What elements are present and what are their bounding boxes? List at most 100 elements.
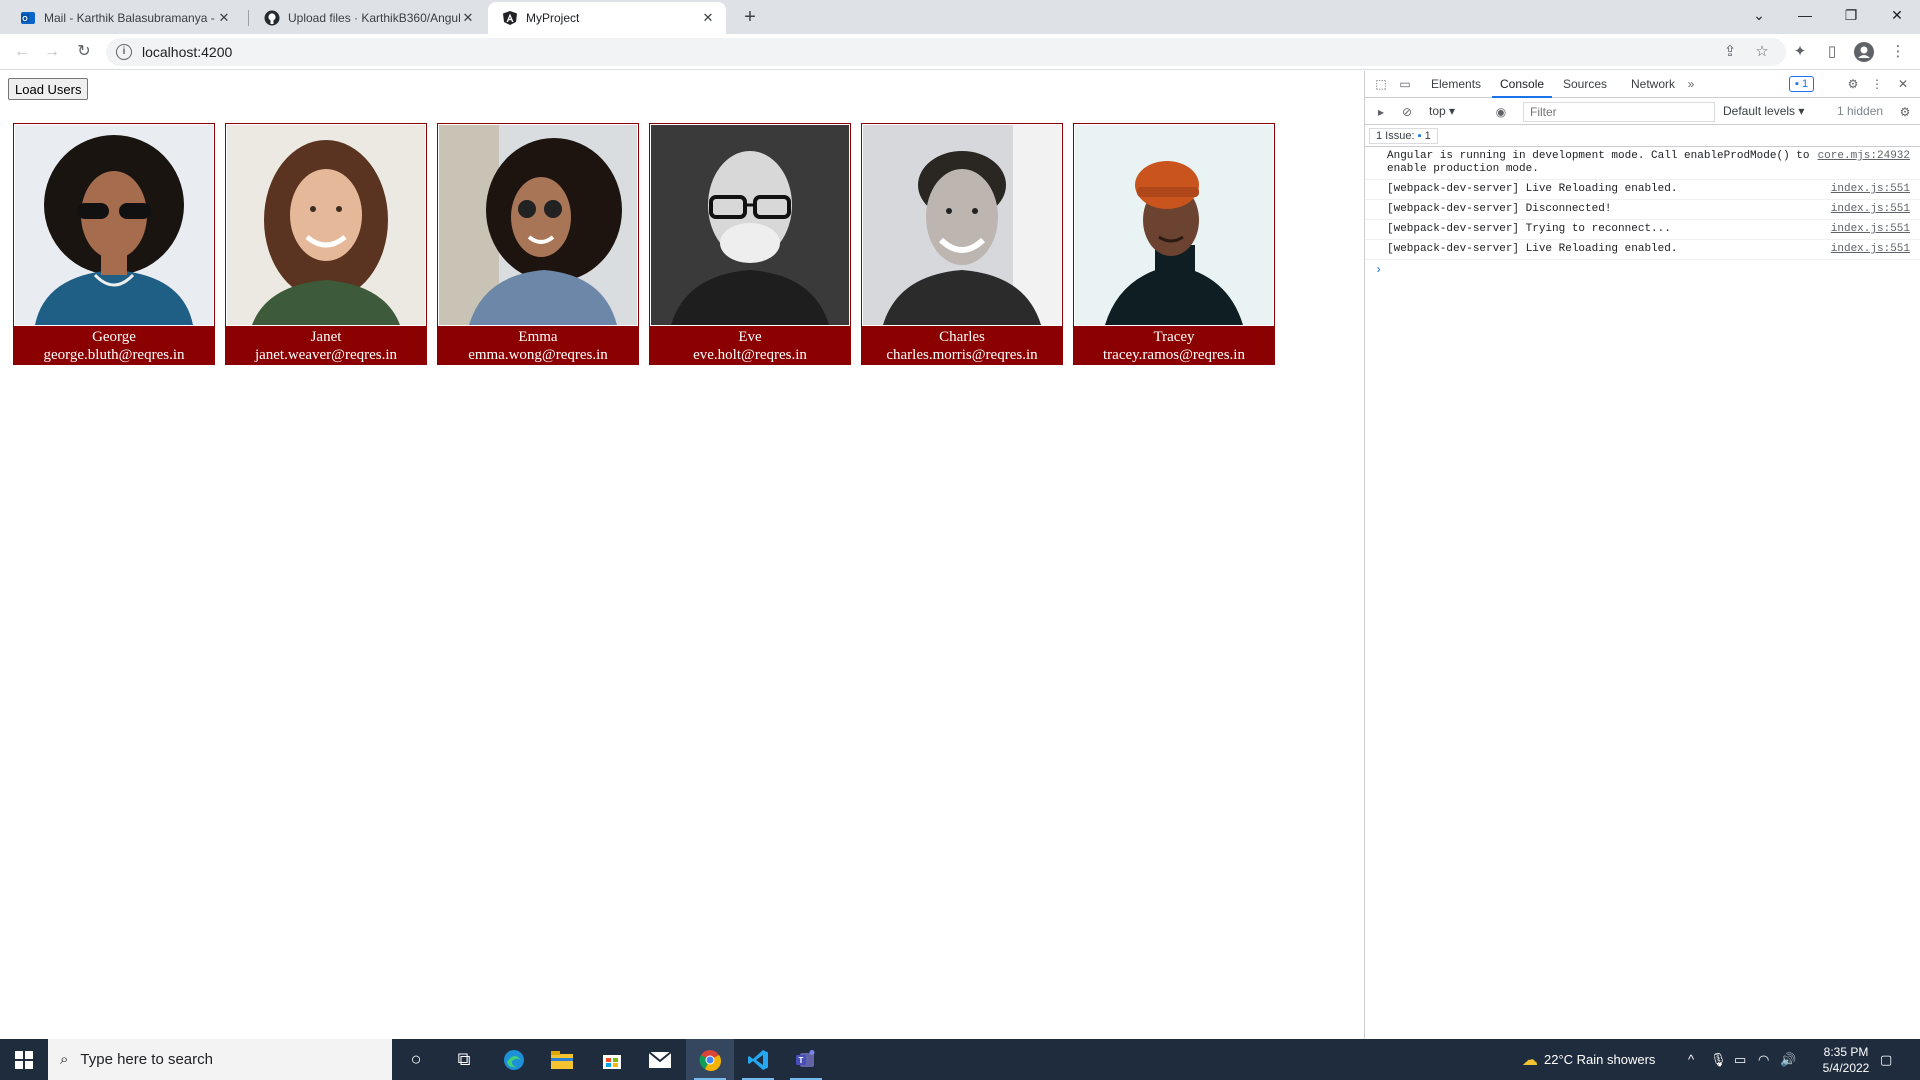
user-caption: Tracey tracey.ramos@reqres.in bbox=[1074, 326, 1274, 364]
svg-text:T: T bbox=[799, 1056, 804, 1065]
battery-icon[interactable]: ▭ bbox=[1734, 1039, 1746, 1080]
log-levels-dropdown[interactable]: Default levels ▾ bbox=[1723, 104, 1804, 118]
reload-icon[interactable]: ↻ bbox=[72, 40, 96, 64]
taskbar-search-box[interactable]: ⌕ Type here to search bbox=[48, 1039, 392, 1080]
user-avatar bbox=[651, 125, 849, 325]
address-bar[interactable]: i localhost:4200 bbox=[106, 38, 1786, 66]
restore-button[interactable]: ❐ bbox=[1828, 0, 1874, 30]
tab-github[interactable]: Upload files · KarthikB360/Angula ✕ bbox=[250, 2, 486, 34]
microphone-icon[interactable]: 🎙 bbox=[1710, 1039, 1727, 1080]
issues-bar: 1 Issue: ▪ 1 bbox=[1365, 125, 1920, 147]
forward-icon[interactable]: → bbox=[40, 40, 64, 64]
site-info-icon[interactable]: i bbox=[116, 44, 132, 60]
angular-icon bbox=[502, 10, 518, 26]
chrome-icon[interactable] bbox=[686, 1039, 734, 1080]
devtools-panel: ⬚ ▭ Elements Console Sources Network » ▪… bbox=[1364, 71, 1920, 1039]
device-toolbar-icon[interactable]: ▭ bbox=[1397, 76, 1413, 92]
user-card: Janet janet.weaver@reqres.in bbox=[225, 123, 427, 365]
user-card: Eve eve.holt@reqres.in bbox=[649, 123, 851, 365]
inspect-element-icon[interactable]: ⬚ bbox=[1373, 76, 1389, 92]
teams-icon[interactable]: T bbox=[782, 1039, 830, 1080]
tab-network[interactable]: Network bbox=[1623, 71, 1683, 98]
tab-sources[interactable]: Sources bbox=[1555, 71, 1615, 98]
console-source-link[interactable]: index.js:551 bbox=[1831, 183, 1910, 196]
user-caption: Janet janet.weaver@reqres.in bbox=[226, 326, 426, 364]
side-panel-icon[interactable]: ▯ bbox=[1820, 40, 1844, 64]
live-expression-eye-icon[interactable]: ◉ bbox=[1493, 104, 1509, 120]
console-source-link[interactable]: index.js:551 bbox=[1831, 243, 1910, 256]
notifications-icon[interactable]: ▢ bbox=[1880, 1039, 1892, 1080]
console-message-text: [webpack-dev-server] Disconnected! bbox=[1387, 203, 1612, 215]
bookmark-star-icon[interactable]: ☆ bbox=[1750, 40, 1774, 64]
settings-gear-icon[interactable]: ⚙ bbox=[1845, 76, 1861, 92]
minimize-button[interactable]: — bbox=[1782, 0, 1828, 30]
tab-search-icon[interactable]: ⌄ bbox=[1736, 0, 1782, 30]
user-name: Tracey bbox=[1153, 329, 1195, 345]
file-explorer-icon[interactable] bbox=[538, 1039, 586, 1080]
profile-avatar-icon[interactable] bbox=[1852, 40, 1876, 64]
system-clock[interactable]: 8:35 PM 5/4/2022 bbox=[1806, 1044, 1886, 1076]
load-users-button[interactable]: Load Users bbox=[8, 78, 89, 100]
tab-elements[interactable]: Elements bbox=[1423, 71, 1489, 98]
windows-start-button[interactable] bbox=[0, 1039, 48, 1080]
cortana-icon[interactable]: ○ bbox=[392, 1039, 440, 1080]
edge-browser-icon[interactable] bbox=[490, 1039, 538, 1080]
extensions-icon[interactable]: ✦ bbox=[1788, 40, 1812, 64]
volume-icon[interactable]: 🔊 bbox=[1780, 1039, 1796, 1080]
clock-time: 8:35 PM bbox=[1823, 1045, 1869, 1059]
issues-badge-count: 1 bbox=[1801, 78, 1809, 90]
back-icon[interactable]: ← bbox=[10, 40, 34, 64]
console-filter-input[interactable] bbox=[1523, 102, 1715, 122]
vscode-icon[interactable] bbox=[734, 1039, 782, 1080]
context-selector[interactable]: top ▾ bbox=[1429, 104, 1455, 118]
user-email: janet.weaver@reqres.in bbox=[254, 347, 398, 363]
tab-myproject[interactable]: MyProject ✕ bbox=[488, 2, 726, 34]
user-caption: Emma emma.wong@reqres.in bbox=[438, 326, 638, 364]
devtools-menu-icon[interactable]: ⋮ bbox=[1869, 76, 1885, 92]
console-source-link[interactable]: index.js:551 bbox=[1831, 223, 1910, 236]
browser-menu-icon[interactable]: ⋮ bbox=[1886, 40, 1910, 64]
tab-console[interactable]: Console bbox=[1492, 71, 1553, 98]
console-message: [webpack-dev-server] Trying to reconnect… bbox=[1365, 220, 1920, 240]
console-message-text: [webpack-dev-server] Trying to reconnect… bbox=[1387, 223, 1671, 235]
browser-toolbar: ← → ↻ i localhost:4200 ⇪ ☆ ✦ ▯ ⋮ bbox=[0, 34, 1920, 70]
user-card-list: George george.bluth@reqres.in Janet jane… bbox=[13, 123, 1285, 365]
log-levels-label: Default levels bbox=[1723, 104, 1796, 118]
show-hidden-icons-icon[interactable]: ^ bbox=[1688, 1039, 1694, 1080]
close-window-button[interactable]: ✕ bbox=[1874, 0, 1920, 30]
console-source-link[interactable]: index.js:551 bbox=[1831, 203, 1910, 216]
new-tab-button[interactable]: + bbox=[738, 6, 762, 30]
console-source-link[interactable]: core.mjs:24932 bbox=[1818, 150, 1910, 163]
user-card: Emma emma.wong@reqres.in bbox=[437, 123, 639, 365]
issues-chip[interactable]: 1 Issue: ▪ 1 bbox=[1369, 128, 1438, 144]
task-view-icon[interactable]: ⧉ bbox=[440, 1039, 488, 1080]
console-message: Angular is running in development mode. … bbox=[1365, 147, 1920, 180]
close-icon[interactable]: ✕ bbox=[460, 10, 476, 26]
mail-icon[interactable] bbox=[636, 1039, 684, 1080]
share-icon[interactable]: ⇪ bbox=[1718, 40, 1742, 64]
console-settings-icon[interactable]: ⚙ bbox=[1897, 104, 1913, 120]
close-devtools-icon[interactable]: ✕ bbox=[1895, 76, 1911, 92]
clear-console-icon[interactable]: ⊘ bbox=[1399, 104, 1415, 120]
close-icon[interactable]: ✕ bbox=[216, 10, 232, 26]
console-toolbar: ▸ ⊘ top ▾ ◉ Default levels ▾ 1 hidden ⚙ bbox=[1365, 98, 1920, 125]
console-prompt[interactable]: › bbox=[1365, 260, 1920, 277]
user-email: george.bluth@reqres.in bbox=[43, 347, 185, 363]
outlook-icon: O bbox=[20, 10, 36, 26]
tab-mail[interactable]: O Mail - Karthik Balasubramanya - O ✕ bbox=[6, 2, 242, 34]
issues-badge[interactable]: ▪ 1 bbox=[1789, 76, 1815, 92]
network-wifi-icon[interactable]: ◠ bbox=[1758, 1039, 1769, 1080]
console-message: [webpack-dev-server] Live Reloading enab… bbox=[1365, 240, 1920, 260]
user-card: Charles charles.morris@reqres.in bbox=[861, 123, 1063, 365]
weather-widget[interactable]: ☁ 22°C Rain showers bbox=[1522, 1039, 1655, 1080]
microsoft-store-icon[interactable] bbox=[588, 1039, 636, 1080]
tab-separator bbox=[248, 10, 249, 26]
user-caption: George george.bluth@reqres.in bbox=[14, 326, 214, 364]
sidebar-toggle-icon[interactable]: ▸ bbox=[1373, 104, 1389, 120]
context-label: top bbox=[1429, 104, 1446, 118]
weather-rain-icon: ☁ bbox=[1522, 1051, 1538, 1069]
windows-logo-icon bbox=[15, 1050, 33, 1069]
more-tabs-icon[interactable]: » bbox=[1683, 76, 1699, 92]
close-icon[interactable]: ✕ bbox=[700, 10, 716, 26]
user-avatar bbox=[439, 125, 637, 325]
